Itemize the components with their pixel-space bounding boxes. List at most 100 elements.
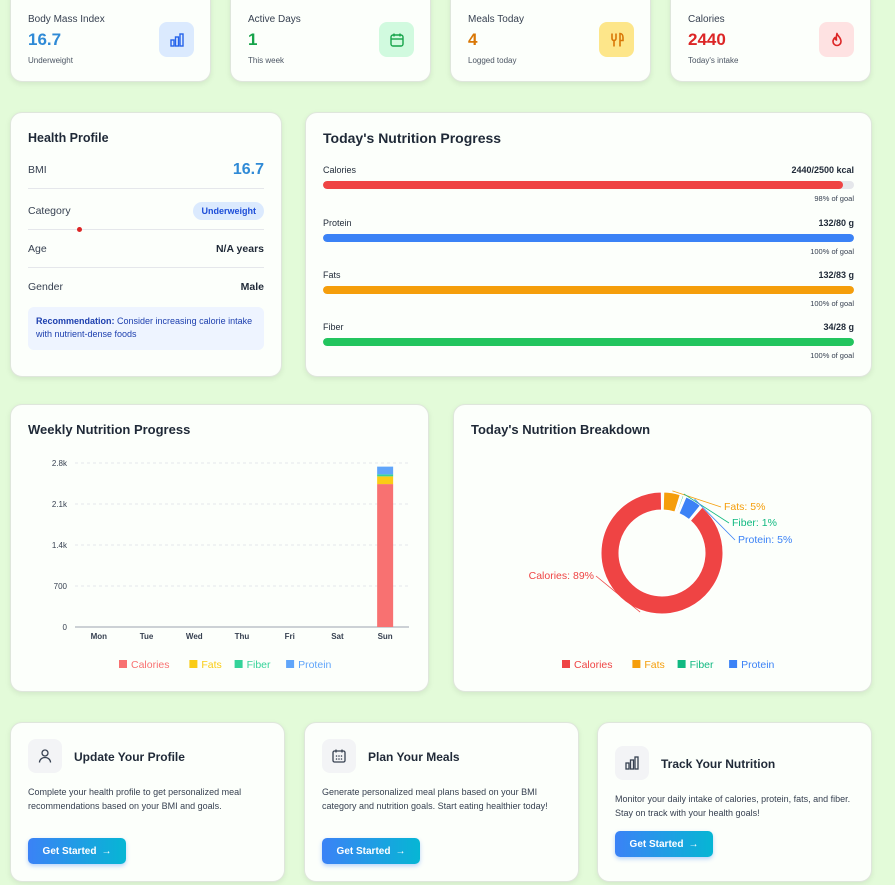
legend-label[interactable]: Calories [131, 659, 170, 671]
slice-label: Fiber: 1% [732, 517, 777, 529]
progress-name: Fats [323, 270, 341, 280]
stat-card-calories: Calories 2440 Today's intake [670, 0, 871, 82]
row-key: Age [28, 242, 47, 255]
action-description: Monitor your daily intake of calories, p… [615, 794, 851, 818]
progress-amount: 132/80 g [818, 218, 854, 228]
recommendation-label: Recommendation: [36, 316, 115, 326]
arrow-right-icon: → [688, 838, 699, 850]
stat-value: 1 [248, 30, 258, 49]
legend-label[interactable]: Protein [298, 659, 331, 671]
progress-track [323, 234, 854, 242]
action-description: Complete your health profile to get pers… [28, 787, 242, 811]
action-title: Plan Your Meals [368, 750, 460, 764]
stat-value: 4 [468, 30, 478, 49]
age-row: Age N/A years [28, 230, 264, 268]
progress-fill [323, 234, 854, 242]
donut-slice-calories[interactable] [600, 491, 724, 615]
y-tick-label: 700 [54, 582, 68, 591]
action-title: Update Your Profile [74, 750, 185, 764]
stat-value: 16.7 [28, 30, 62, 49]
x-tick-label: Thu [235, 632, 250, 641]
button-label: Get Started [629, 838, 684, 850]
progress-goal: 100% of goal [810, 299, 854, 308]
breakdown-donut-chart: Calories: 89% Fats: 5% Fiber: 1% Protein: 5… [529, 490, 792, 671]
row-key: Gender [28, 281, 64, 293]
row-key: Category [28, 204, 71, 217]
x-tick-label: Fri [285, 632, 295, 641]
action-card-meals: Plan Your Meals Generate personalized me… [304, 722, 579, 882]
stat-card-bmi: Body Mass Index 16.7 Underweight [10, 0, 211, 82]
progress-amount: 132/83 g [818, 270, 854, 280]
legend-label[interactable]: Fiber [690, 659, 714, 671]
legend-label[interactable]: Fiber [247, 659, 271, 671]
progress-goal: 100% of goal [810, 247, 854, 256]
x-tick-label: Sat [331, 632, 344, 641]
y-tick-label: 1.4k [52, 541, 68, 550]
health-profile-card: Health Profile BMI 16.7 Category Underwe… [10, 112, 282, 377]
legend-swatch [286, 660, 295, 668]
progress-track [323, 286, 854, 294]
action-description: Generate personalized meal plans based o… [322, 787, 548, 811]
health-profile-title: Health Profile [28, 131, 109, 145]
category-badge: Underweight [193, 201, 264, 220]
stat-value: 2440 [688, 30, 726, 49]
bmi-row: BMI 16.7 [28, 151, 264, 189]
action-title: Track Your Nutrition [661, 757, 776, 771]
breakdown-chart-card: Today's Nutrition Breakdown Calories: 89… [453, 404, 872, 692]
button-label: Get Started [42, 845, 97, 857]
arrow-right-icon: → [395, 845, 406, 857]
progress-track [323, 338, 854, 346]
progress-item-protein: Protein 132/80 g 100% of goal [323, 218, 854, 262]
category-row: Category Underweight [28, 192, 264, 230]
legend-label[interactable]: Protein [741, 659, 774, 671]
bmi-value: 16.7 [232, 160, 264, 178]
legend-swatch [677, 660, 686, 668]
gender-row: Gender Male [28, 268, 264, 306]
progress-name: Fiber [323, 322, 344, 332]
bar-chart-icon [159, 22, 194, 57]
row-key: BMI [28, 163, 47, 176]
stat-card-meals: Meals Today 4 Logged today [450, 0, 651, 82]
stat-label: Meals Today [468, 14, 524, 25]
bar-chart-icon [615, 746, 649, 780]
slice-label: Protein: 5% [738, 534, 792, 546]
action-card-profile: Update Your Profile Complete your health… [10, 722, 285, 882]
arrow-right-icon: → [101, 845, 112, 857]
stat-sub: Underweight [28, 56, 73, 65]
legend-swatch [632, 660, 641, 668]
y-tick-label: 2.8k [52, 459, 68, 468]
x-tick-label: Tue [140, 632, 154, 641]
legend-swatch [189, 660, 198, 668]
progress-amount: 34/28 g [823, 322, 854, 332]
stat-label: Calories [688, 14, 725, 25]
bar-segment-fats[interactable] [377, 476, 394, 485]
get-started-button[interactable]: Get Started → [322, 838, 420, 864]
progress-item-calories: Calories 2440/2500 kcal 98% of goal [323, 165, 854, 209]
nutrition-progress-title: Today's Nutrition Progress [323, 130, 502, 146]
x-tick-label: Mon [91, 632, 108, 641]
legend-swatch [119, 660, 127, 668]
recommendation-box: Recommendation: Consider increasing calo… [28, 307, 264, 350]
x-tick-label: Sun [378, 632, 393, 641]
bar-segment-protein[interactable] [377, 466, 394, 475]
stat-sub: This week [248, 56, 285, 65]
legend-label[interactable]: Fats [201, 659, 221, 671]
stat-label: Active Days [248, 14, 301, 25]
utensils-icon [599, 22, 634, 57]
legend-label[interactable]: Fats [644, 659, 664, 671]
nutrition-progress-card: Today's Nutrition Progress Calories 2440/… [305, 112, 872, 377]
get-started-button[interactable]: Get Started → [615, 831, 713, 857]
get-started-button[interactable]: Get Started → [28, 838, 126, 864]
progress-item-fats: Fats 132/83 g 100% of goal [323, 270, 854, 314]
bar-segment-fiber[interactable] [377, 474, 394, 477]
legend-label[interactable]: Calories [574, 659, 613, 671]
legend-swatch [234, 660, 243, 668]
y-tick-label: 2.1k [52, 500, 68, 509]
slice-label: Fats: 5% [724, 501, 765, 513]
slice-label: Calories: 89% [529, 570, 594, 582]
user-icon [28, 739, 62, 773]
progress-amount: 2440/2500 kcal [791, 165, 854, 175]
stat-sub: Today's intake [688, 56, 739, 65]
y-tick-label: 0 [63, 623, 68, 632]
bar-segment-calories[interactable] [377, 484, 394, 627]
